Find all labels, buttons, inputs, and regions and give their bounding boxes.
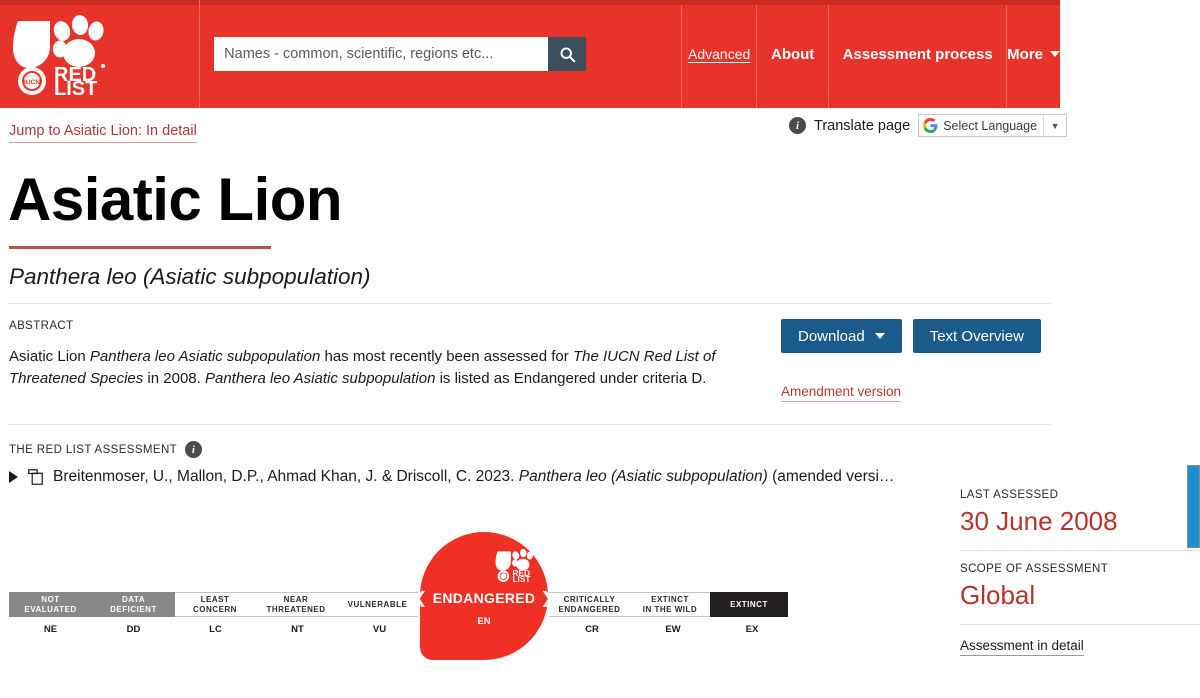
status-cell-nt[interactable]: NEAR THREATENED [255,592,337,617]
chevron-down-icon[interactable]: ▼ [1044,121,1066,131]
current-status-label: ❮ ENDANGERED ❯ [414,588,554,608]
translate-bar: i Translate page Select Language ▼ [789,114,1068,137]
abstract-section-label: ABSTRACT [9,320,74,332]
status-abbr-ew: EW [665,624,681,635]
status-abbr-lc: LC [209,624,222,635]
scope-of-assessment-label: SCOPE OF ASSESSMENT [960,563,1109,575]
citation-row: Breitenmoser, U., Mallon, D.P., Ahmad Kh… [9,468,899,486]
divider-2 [9,424,1051,425]
nav-advanced[interactable]: Advanced [682,0,758,108]
chevron-down-icon [1050,51,1060,57]
arrow-right-icon: ❯ [540,590,555,607]
status-cell-ew[interactable]: EXTINCT IN THE WILD [630,592,710,617]
abstract-text: Asiatic Lion Panthera leo Asiatic subpop… [9,348,716,387]
chevron-down-icon [874,333,885,339]
logo-text-list: LIST [54,78,97,95]
status-cell-dd[interactable]: DATA DEFICIENT [92,592,175,617]
text-overview-button[interactable]: Text Overview [912,319,1041,353]
page-scrollbar-thumb[interactable] [1187,465,1200,548]
svg-text:IUCN: IUCN [24,79,40,86]
divider [960,550,1200,551]
nav-assessment-process[interactable]: Assessment process [829,0,1008,108]
text-overview-button-label: Text Overview [929,327,1024,345]
divider-1 [9,303,1051,304]
search-input[interactable] [214,37,549,71]
scope-of-assessment-value: Global [960,580,1036,610]
title-underline-rule [9,246,271,249]
nav-about[interactable]: About [757,0,830,108]
arrow-left-icon: ❮ [414,590,428,607]
page-title: Asiatic Lion [8,166,343,233]
iucn-red-list-logo[interactable]: IUCN RED LIST [0,0,201,108]
search-box[interactable] [214,37,587,71]
info-icon[interactable]: i [789,117,806,134]
triangle-right-icon[interactable] [9,471,18,483]
language-select[interactable]: Select Language ▼ [918,114,1068,137]
red-list-logo-icon: IUCN RED LIST [13,15,105,95]
conservation-status-scale: NOT EVALUATED DATA DEFICIENT LEAST CONCERN NEA… [9,532,788,660]
info-icon[interactable]: i [185,441,203,458]
status-cell-cr[interactable]: CRITICALLY ENDANGERED [549,592,630,617]
svg-text:LIST: LIST [513,574,531,582]
citation-text[interactable]: Breitenmoser, U., Mallon, D.P., Ahmad Kh… [53,468,894,486]
scientific-name: Panthera leo (Asiatic subpopulation) [9,264,371,289]
status-abbr-ne: NE [43,624,58,635]
search-icon [560,47,575,62]
status-cell-text: EXTINCT IN THE WILD [642,595,698,614]
selected-language-label: Select Language [943,118,1038,133]
status-cell-vu[interactable]: VULNERABLE [337,592,418,617]
current-status-abbr: EN [477,616,491,627]
download-button[interactable]: Download [781,319,902,353]
status-abbr-row: NE DD LC NT VU CR EW EX [9,624,783,635]
nav-more-label: More [1007,45,1043,63]
copy-icon[interactable] [28,469,43,485]
assessment-in-detail-link[interactable]: Assessment in detail [960,638,1084,656]
action-button-row: Download Text Overview [781,319,1041,353]
search-zone [200,0,683,108]
status-cell-ex[interactable]: EXTINCT [710,592,788,617]
status-abbr-ex: EX [745,624,759,635]
status-cell-text: VULNERABLE [347,599,408,609]
site-header: IUCN RED LIST Advanced Abo [0,0,1060,108]
amendment-version-link[interactable]: Amendment version [781,384,902,402]
status-cell-text: DATA DEFICIENT [110,595,157,614]
page-scrollbar-track[interactable] [1187,108,1200,698]
current-status-text: ENDANGERED [432,590,536,606]
status-cell-text: NOT EVALUATED [24,595,77,614]
status-abbr-vu: VU [372,624,387,635]
red-list-assessment-label: THE RED LIST ASSESSMENT i [9,441,203,458]
assessment-summary-sidebar: LAST ASSESSED 30 June 2008 SCOPE OF ASSE… [960,489,1200,656]
status-abbr-dd: DD [126,624,141,635]
divider [960,624,1200,625]
status-cell-text: CRITICALLY ENDANGERED [558,595,621,614]
status-cell-text: EXTINCT [730,599,768,609]
red-list-assessment-title: THE RED LIST ASSESSMENT [9,443,178,456]
nav-advanced-label: Advanced [688,46,751,62]
nav-assessment-process-label: Assessment process [842,45,993,63]
last-assessed-value: 30 June 2008 [960,506,1118,536]
jump-to-detail-link[interactable]: Jump to Asiatic Lion: In detail [9,123,197,143]
red-list-logo-icon: RED LIST [495,548,534,582]
status-bar: NOT EVALUATED DATA DEFICIENT LEAST CONCERN NEA… [9,592,788,617]
nav-more[interactable]: More [1007,0,1060,108]
download-button-label: Download [798,327,865,345]
page-root: IUCN RED LIST Advanced Abo [0,0,1200,698]
nav-about-label: About [770,45,815,63]
status-cell-text: NEAR THREATENED [266,595,326,614]
google-g-icon [923,118,938,133]
status-abbr-nt: NT [291,624,304,635]
last-assessed-label: LAST ASSESSED [960,489,1059,501]
status-cell-ne[interactable]: NOT EVALUATED [9,592,92,617]
search-submit-button[interactable] [548,37,587,71]
current-status-badge[interactable]: RED LIST ❮ ENDANGERED ❯ EN [414,532,554,660]
status-cell-text: LEAST CONCERN [193,595,237,614]
status-abbr-cr: CR [585,624,599,635]
status-cell-lc[interactable]: LEAST CONCERN [175,592,255,617]
translate-label: Translate page [814,117,911,134]
